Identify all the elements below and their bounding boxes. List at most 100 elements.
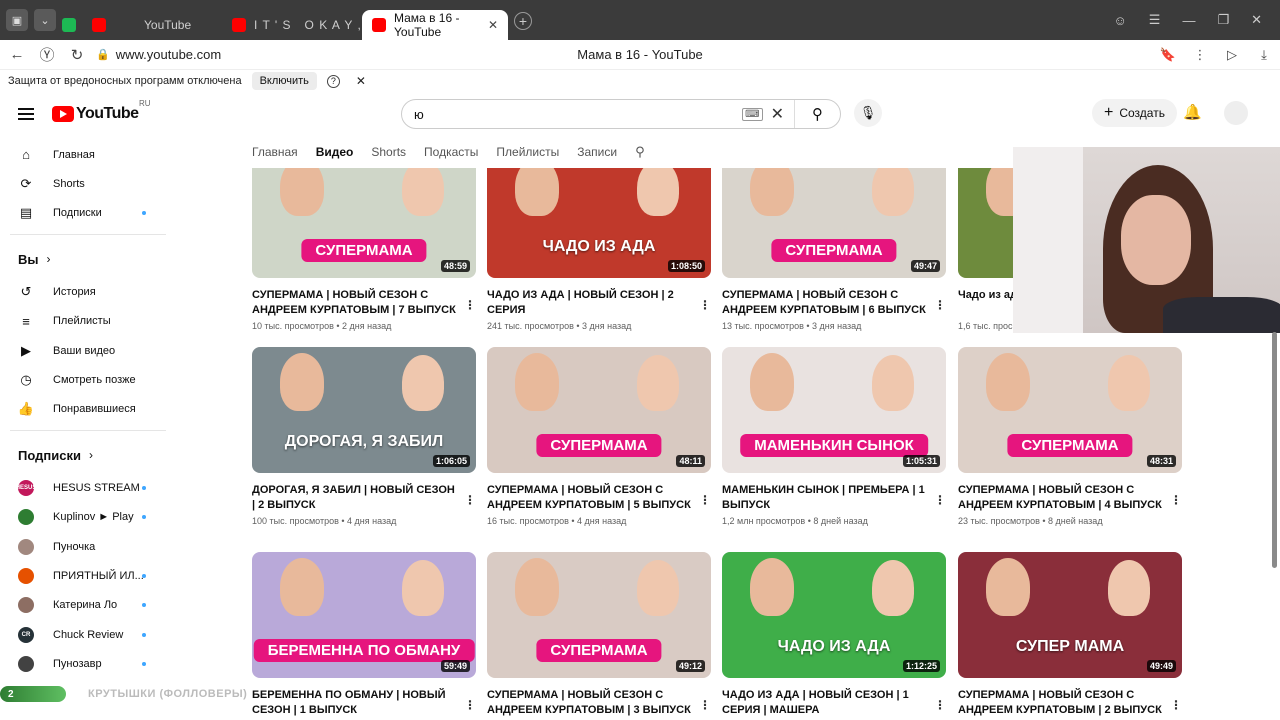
video-card[interactable]: СУПЕРМАМА 48:31 СУПЕРМАМА | НОВЫЙ СЕЗОН С …	[958, 347, 1182, 526]
video-card[interactable]: СУПЕРМАМА 48:59 СУПЕРМАМА | НОВЫЙ СЕЗОН С …	[252, 168, 476, 331]
close-icon[interactable]: ✕	[356, 74, 366, 88]
youtube-logo[interactable]: YouTube RU	[52, 99, 151, 123]
search-input[interactable]: ю	[414, 107, 742, 122]
sidebar-subscription[interactable]: ПРИЯТНЫЙ ИЛ...	[0, 561, 176, 590]
sidebar-item-home[interactable]: ⌂ Главная	[0, 140, 176, 169]
sidebar-you-header[interactable]: Вы ›	[0, 241, 176, 277]
video-title[interactable]: МАМЕНЬКИН СЫНОК | ПРЕМЬЕРА | 1 ВЫПУСК ⋮	[722, 483, 946, 512]
minimize-icon[interactable]: —	[1182, 13, 1195, 28]
video-thumbnail[interactable]: ДОРОГАЯ, Я ЗАБИЛ 1:06:05	[252, 347, 476, 473]
scrollbar-thumb[interactable]	[1272, 332, 1277, 568]
sidebar-item-history[interactable]: ↺ История	[0, 277, 176, 306]
sidebar-subscription[interactable]: HESUS HESUS STREAM	[0, 473, 176, 502]
bookmark-icon[interactable]: 🔖	[1152, 47, 1184, 63]
video-thumbnail[interactable]: МАМЕНЬКИН СЫНОК 1:05:31	[722, 347, 946, 473]
more-options-icon[interactable]: ⋮	[934, 698, 946, 713]
more-options-icon[interactable]: ⋮	[464, 298, 476, 313]
video-card[interactable]: СУПЕР МАМА 49:49 СУПЕРМАМА | НОВЫЙ СЕЗОН С…	[958, 552, 1182, 717]
tab-podcasts[interactable]: Подкасты	[424, 145, 478, 159]
more-options-icon[interactable]: ⋮	[464, 493, 476, 508]
video-card[interactable]: ЧАДО ИЗ АДА 1:12:25 ЧАДО ИЗ АДА | НОВЫЙ СЕ…	[722, 552, 946, 717]
video-card[interactable]: СУПЕРМАМА 49:12 СУПЕРМАМА | НОВЫЙ СЕЗОН С …	[487, 552, 711, 717]
more-options-icon[interactable]: ⋮	[699, 493, 711, 508]
video-thumbnail[interactable]: БЕРЕМЕННА ПО ОБМАНУ 59:49	[252, 552, 476, 678]
browser-tab-2[interactable]: I T ' S O K A Y , 🔈 ✕	[222, 10, 393, 40]
browser-tab-active[interactable]: Мама в 16 - YouTube ✕	[362, 10, 508, 40]
menu-icon[interactable]: ☰	[1149, 12, 1161, 28]
create-button[interactable]: + Создать	[1092, 99, 1177, 127]
lock-icon[interactable]: 🔒	[96, 48, 110, 61]
video-card[interactable]: СУПЕРМАМА 48:11 СУПЕРМАМА | НОВЫЙ СЕЗОН С …	[487, 347, 711, 526]
hamburger-menu-icon[interactable]	[18, 105, 34, 123]
sidebar-subscription[interactable]: Катерина Ло	[0, 591, 176, 620]
enable-protection-button[interactable]: Включить	[251, 72, 317, 90]
reload-icon[interactable]: ↻	[62, 46, 92, 64]
keyboard-icon[interactable]: ⌨	[742, 107, 763, 121]
more-icon[interactable]: ⋮	[1184, 47, 1216, 63]
extension-icon[interactable]: ☺	[1114, 13, 1127, 28]
sidebar-subscription[interactable]: Пуночка	[0, 532, 176, 561]
sidebar-subscriptions-header[interactable]: Подписки ›	[0, 437, 176, 473]
tab-playlists[interactable]: Плейлисты	[496, 145, 559, 159]
clear-search-icon[interactable]: ✕	[771, 104, 784, 124]
account-avatar[interactable]	[1224, 101, 1248, 125]
restore-icon[interactable]: ❐	[1217, 12, 1229, 28]
media-icon[interactable]: ▷	[1216, 47, 1248, 63]
search-box[interactable]: ю ⌨ ✕ ⚲	[401, 99, 841, 129]
tab-posts[interactable]: Записи	[577, 145, 617, 159]
video-card[interactable]: ДОРОГАЯ, Я ЗАБИЛ 1:06:05 ДОРОГАЯ, Я ЗАБИЛ …	[252, 347, 476, 526]
more-options-icon[interactable]: ⋮	[1170, 493, 1182, 508]
video-title[interactable]: ЧАДО ИЗ АДА | НОВЫЙ СЕЗОН | 1 СЕРИЯ | МА…	[722, 688, 946, 717]
video-thumbnail[interactable]: СУПЕРМАМА 49:47	[722, 168, 946, 278]
sidebar-subscription[interactable]: Пунозавр	[0, 649, 176, 678]
sidebar-subscription[interactable]: CR Chuck Review	[0, 620, 176, 649]
video-card[interactable]: СУПЕРМАМА 49:47 СУПЕРМАМА | НОВЫЙ СЕЗОН С …	[722, 168, 946, 331]
new-tab-button[interactable]: +	[514, 12, 532, 30]
sidebar-item-shorts[interactable]: ⟳ Shorts	[0, 169, 176, 198]
video-card[interactable]: БЕРЕМЕННА ПО ОБМАНУ 59:49 БЕРЕМЕННА ПО ОБМ…	[252, 552, 476, 717]
close-tab-icon[interactable]: ✕	[488, 18, 498, 32]
video-title[interactable]: СУПЕРМАМА | НОВЫЙ СЕЗОН С АНДРЕЕМ КУРПАТ…	[252, 288, 476, 317]
video-thumbnail[interactable]: СУПЕР МАМА 49:49	[958, 552, 1182, 678]
browser-menu-icon[interactable]: ▣	[6, 9, 28, 31]
more-options-icon[interactable]: ⋮	[934, 493, 946, 508]
video-thumbnail[interactable]: СУПЕРМАМА 49:12	[487, 552, 711, 678]
tab-home[interactable]: Главная	[252, 145, 298, 159]
video-title[interactable]: СУПЕРМАМА | НОВЫЙ СЕЗОН С АНДРЕЕМ КУРПАТ…	[487, 688, 711, 717]
video-card[interactable]: МАМЕНЬКИН СЫНОК 1:05:31 МАМЕНЬКИН СЫНОК | …	[722, 347, 946, 526]
more-options-icon[interactable]: ⋮	[1170, 698, 1182, 713]
notifications-bell-icon[interactable]: 🔔	[1183, 103, 1202, 121]
more-options-icon[interactable]: ⋮	[699, 698, 711, 713]
download-icon[interactable]: ⤓	[1248, 47, 1280, 63]
sidebar-item-watch-later[interactable]: ◷ Смотреть позже	[0, 365, 176, 394]
help-icon[interactable]: ?	[326, 74, 340, 88]
video-title[interactable]: СУПЕРМАМА | НОВЫЙ СЕЗОН С АНДРЕЕМ КУРПАТ…	[722, 288, 946, 317]
video-title[interactable]: СУПЕРМАМА | НОВЫЙ СЕЗОН С АНДРЕЕМ КУРПАТ…	[958, 688, 1182, 717]
video-title[interactable]: БЕРЕМЕННА ПО ОБМАНУ | НОВЫЙ СЕЗОН | 1 ВЫ…	[252, 688, 476, 717]
video-thumbnail[interactable]: СУПЕРМАМА 48:11	[487, 347, 711, 473]
sidebar-subscription[interactable]: Kuplinov ► Play	[0, 503, 176, 532]
url-field[interactable]: www.youtube.com	[116, 47, 222, 62]
video-thumbnail[interactable]: СУПЕРМАМА 48:59	[252, 168, 476, 278]
search-button[interactable]: ⚲	[794, 100, 840, 128]
video-title[interactable]: ДОРОГАЯ, Я ЗАБИЛ | НОВЫЙ СЕЗОН | 2 ВЫПУС…	[252, 483, 476, 512]
close-window-icon[interactable]: ✕	[1251, 12, 1262, 28]
more-options-icon[interactable]: ⋮	[699, 298, 711, 313]
video-thumbnail[interactable]: ЧАДО ИЗ АДА 1:12:25	[722, 552, 946, 678]
sidebar-item-liked[interactable]: 👍 Понравившиеся	[0, 395, 176, 424]
more-options-icon[interactable]: ⋮	[934, 298, 946, 313]
video-title[interactable]: ЧАДО ИЗ АДА | НОВЫЙ СЕЗОН | 2 СЕРИЯ ⋮	[487, 288, 711, 317]
tabs-dropdown-icon[interactable]: ⌄	[34, 9, 56, 31]
page-scrollbar[interactable]	[1271, 92, 1280, 720]
tab-shorts[interactable]: Shorts	[371, 145, 406, 159]
video-thumbnail[interactable]: ЧАДО ИЗ АДА 1:08:50	[487, 168, 711, 278]
video-title[interactable]: СУПЕРМАМА | НОВЫЙ СЕЗОН С АНДРЕЕМ КУРПАТ…	[958, 483, 1182, 512]
sidebar-item-subscriptions[interactable]: ▤ Подписки	[0, 199, 176, 228]
video-thumbnail[interactable]: СУПЕРМАМА 48:31	[958, 347, 1182, 473]
video-card[interactable]: ЧАДО ИЗ АДА 1:08:50 ЧАДО ИЗ АДА | НОВЫЙ СЕ…	[487, 168, 711, 331]
video-title[interactable]: СУПЕРМАМА | НОВЫЙ СЕЗОН С АНДРЕЕМ КУРПАТ…	[487, 483, 711, 512]
channel-search-icon[interactable]: ⚲	[635, 144, 645, 160]
browser-tab-1[interactable]: YouTube	[82, 10, 222, 40]
yandex-icon[interactable]: Ⓨ	[32, 44, 62, 65]
more-options-icon[interactable]: ⋮	[464, 698, 476, 713]
